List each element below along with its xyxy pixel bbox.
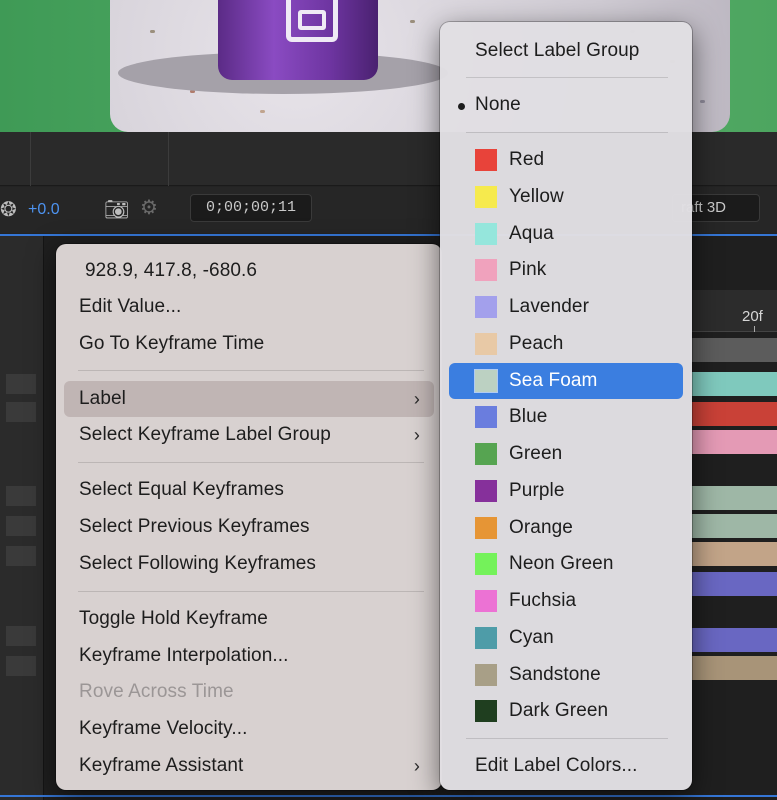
label-color-name: Fuchsia (509, 590, 577, 611)
snapshot-icon[interactable]: ⚙ (140, 195, 158, 220)
label-color-name: Blue (509, 406, 548, 428)
color-swatch (475, 590, 497, 612)
menu-item-label[interactable]: Label › (64, 381, 434, 417)
label-color-name: Pink (509, 259, 547, 281)
layer-bar[interactable] (690, 486, 777, 510)
menu-separator (78, 591, 424, 592)
menu-item-label-none[interactable]: None (449, 87, 683, 123)
label-color-aqua[interactable]: Aqua (449, 216, 683, 252)
chevron-right-icon: › (413, 389, 420, 409)
label-color-lavender[interactable]: Lavender (449, 289, 683, 325)
label-color-fuchsia[interactable]: Fuchsia (449, 583, 683, 619)
color-swatch (475, 259, 497, 282)
work-area-bar[interactable] (690, 338, 777, 362)
label-color-neon-green[interactable]: Neon Green (449, 546, 683, 582)
label-color-blue[interactable]: Blue (449, 399, 683, 435)
label-color-name: Lavender (509, 296, 590, 317)
label-color-name: Aqua (509, 222, 554, 244)
layer-bar[interactable] (690, 372, 777, 396)
selected-dot-icon (458, 103, 465, 110)
color-swatch (475, 149, 497, 171)
time-ruler[interactable] (690, 290, 777, 332)
menu-item-rove-across-time: Rove Across Time (79, 681, 234, 702)
label-color-sandstone[interactable]: Sandstone (449, 657, 683, 693)
label-color-name: Dark Green (509, 700, 609, 722)
value-readout: 928.9, 417.8, -680.6 (85, 260, 258, 281)
label-color-name: Cyan (509, 626, 554, 648)
color-swatch (475, 479, 497, 502)
label-color-pink[interactable]: Pink (449, 252, 683, 288)
menu-item-edit-value[interactable]: Edit Value... (64, 289, 434, 325)
label-color-green[interactable]: Green (449, 436, 683, 472)
color-swatch (475, 516, 497, 539)
menu-separator (78, 462, 424, 463)
menu-item-edit-label-colors[interactable]: Edit Label Colors... (449, 748, 683, 784)
label-color-name: Peach (509, 332, 564, 354)
label-color-name: Sea Foam (509, 369, 598, 391)
chevron-right-icon: › (413, 756, 420, 776)
shutter-icon[interactable]: ❂ (0, 197, 17, 222)
menu-item-select-keyframe-label-group[interactable]: Select Keyframe Label Group › (64, 417, 434, 453)
label-color-name: Orange (509, 516, 573, 538)
label-color-name: Neon Green (509, 553, 614, 575)
label-color-red[interactable]: Red (449, 142, 683, 178)
ruler-label: 20f (742, 308, 763, 325)
label-color-name: Sandstone (509, 663, 601, 685)
layer-bar[interactable] (690, 514, 777, 538)
menu-item-go-to-keyframe-time[interactable]: Go To Keyframe Time (64, 326, 434, 362)
color-swatch (475, 663, 497, 686)
color-swatch (475, 443, 497, 465)
label-color-name: Red (509, 149, 545, 170)
menu-item-select-equal-keyframes[interactable]: Select Equal Keyframes (64, 472, 434, 508)
layer-bar[interactable] (690, 628, 777, 652)
color-swatch (474, 368, 498, 393)
offset-value[interactable]: +0.0 (28, 201, 60, 219)
color-swatch (475, 406, 497, 429)
label-color-name: Yellow (509, 185, 564, 207)
camera-icon[interactable]: 📷︎ (104, 197, 129, 222)
label-color-purple[interactable]: Purple (449, 473, 683, 509)
layer-bar[interactable] (690, 572, 777, 596)
ruler-tick (754, 326, 755, 332)
color-swatch (475, 332, 497, 355)
menu-item-select-label-group[interactable]: Select Label Group (449, 33, 683, 69)
color-swatch (475, 185, 497, 208)
color-swatch (475, 296, 497, 318)
menu-item-keyframe-velocity[interactable]: Keyframe Velocity... (64, 711, 434, 747)
color-swatch (475, 626, 497, 649)
can-logo-inner (298, 10, 326, 30)
label-color-dark-green[interactable]: Dark Green (449, 693, 683, 729)
layer-bar[interactable] (690, 430, 777, 454)
color-swatch (475, 700, 497, 723)
color-swatch (475, 222, 497, 245)
timecode-field[interactable]: 0;00;00;11 (190, 194, 312, 222)
label-color-name: Green (509, 443, 563, 464)
menu-item-select-previous-keyframes[interactable]: Select Previous Keyframes (64, 509, 434, 545)
menu-item-keyframe-interpolation[interactable]: Keyframe Interpolation... (64, 638, 434, 674)
menu-separator (466, 77, 668, 78)
layer-bar[interactable] (690, 656, 777, 680)
chevron-right-icon: › (413, 425, 420, 445)
label-color-peach[interactable]: Peach (449, 326, 683, 362)
label-color-submenu: Select Label Group None Red Yellow Aqua Pin… (440, 22, 692, 790)
label-color-orange[interactable]: Orange (449, 510, 683, 546)
label-color-sea-foam[interactable]: Sea Foam (449, 362, 683, 399)
label-color-yellow[interactable]: Yellow (449, 179, 683, 215)
menu-separator (466, 132, 668, 133)
menu-item-select-following-keyframes[interactable]: Select Following Keyframes (64, 546, 434, 582)
menu-separator (466, 738, 668, 739)
panel-bottom-line (0, 795, 777, 797)
menu-item-keyframe-assistant[interactable]: Keyframe Assistant › (64, 748, 434, 784)
layer-bar[interactable] (690, 542, 777, 566)
keyframe-context-menu: 928.9, 417.8, -680.6 Edit Value... Go To… (56, 244, 442, 790)
color-swatch (475, 553, 497, 576)
menu-separator (78, 370, 424, 371)
menu-item-toggle-hold-keyframe[interactable]: Toggle Hold Keyframe (64, 601, 434, 637)
label-color-cyan[interactable]: Cyan (449, 620, 683, 656)
label-color-name: Purple (509, 479, 565, 501)
layer-bar[interactable] (690, 402, 777, 426)
layer-switches-column (0, 236, 44, 800)
